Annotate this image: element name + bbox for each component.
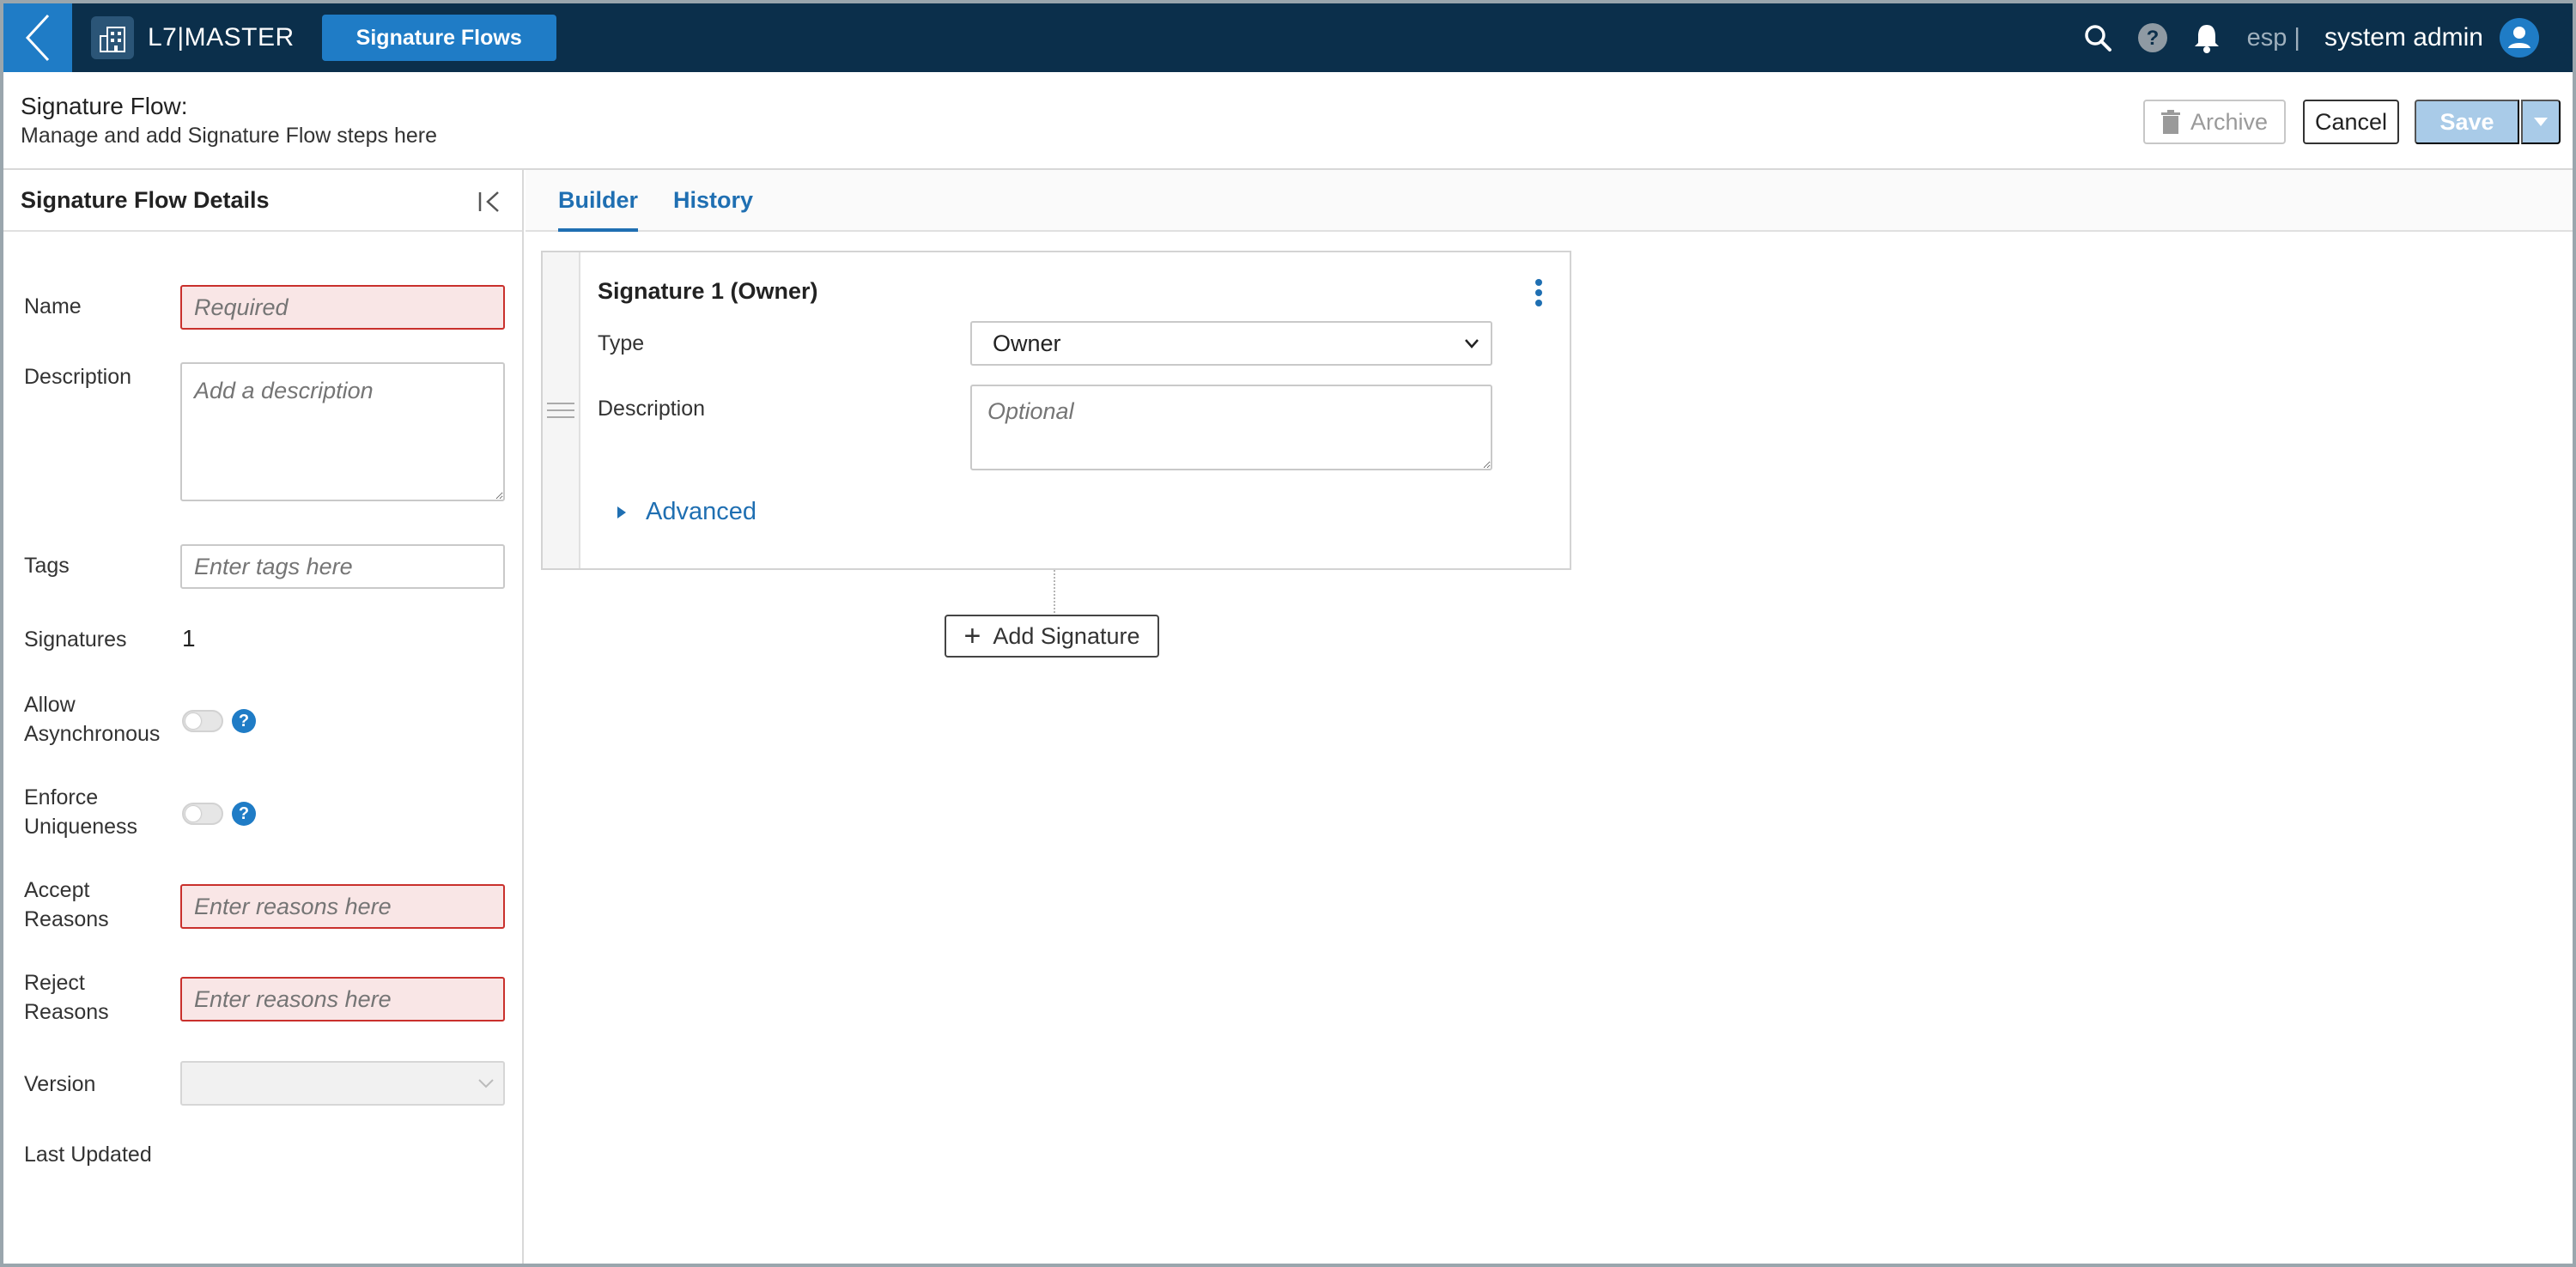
tags-label: Tags bbox=[24, 554, 70, 578]
help-icon[interactable]: ? bbox=[2137, 22, 2168, 53]
accept-reasons-label: Accept Reasons bbox=[24, 876, 109, 934]
flow-connector bbox=[1054, 570, 1055, 613]
advanced-label: Advanced bbox=[646, 498, 756, 525]
chevron-left-icon bbox=[25, 14, 50, 62]
signatures-count: 1 bbox=[182, 625, 196, 652]
back-button[interactable] bbox=[3, 3, 72, 72]
version-label: Version bbox=[24, 1072, 96, 1096]
allow-async-toggle[interactable] bbox=[182, 710, 223, 732]
kebab-menu-icon[interactable] bbox=[1534, 278, 1544, 312]
cancel-button[interactable]: Cancel bbox=[2303, 100, 2399, 144]
signature-description-label: Description bbox=[598, 397, 706, 421]
name-input[interactable] bbox=[180, 285, 505, 330]
user-avatar-icon[interactable] bbox=[2499, 17, 2540, 58]
accept-label-line2: Reasons bbox=[24, 907, 109, 931]
page-header: Signature Flow: Manage and add Signature… bbox=[3, 72, 2573, 170]
chevron-down-icon bbox=[478, 1079, 494, 1088]
nav-right: ? esp | system admin bbox=[2058, 17, 2573, 58]
details-panel-header: Signature Flow Details bbox=[3, 170, 522, 232]
allow-async-help-icon[interactable]: ? bbox=[232, 709, 256, 733]
reject-label-line1: Reject bbox=[24, 971, 85, 995]
app-logo bbox=[91, 16, 134, 59]
caret-down-icon bbox=[2534, 118, 2548, 126]
archive-button-label: Archive bbox=[2190, 108, 2269, 135]
reject-reasons-input[interactable] bbox=[180, 977, 505, 1021]
save-button[interactable]: Save bbox=[2415, 100, 2519, 144]
app-window: L7|MASTER Signature Flows ? esp | system… bbox=[0, 0, 2576, 1267]
svg-text:?: ? bbox=[2146, 27, 2159, 50]
accept-label-line1: Accept bbox=[24, 878, 90, 902]
signature-description-textarea[interactable] bbox=[970, 385, 1492, 470]
nav-tab-signature-flows[interactable]: Signature Flows bbox=[321, 15, 556, 61]
signature-card: Signature 1 (Owner) Type Owner Descripti… bbox=[541, 251, 1571, 570]
building-icon bbox=[100, 27, 125, 52]
language-selector[interactable]: esp | bbox=[2247, 24, 2300, 52]
accept-reasons-input[interactable] bbox=[180, 884, 505, 929]
description-label: Description bbox=[24, 365, 132, 389]
archive-button[interactable]: Archive bbox=[2143, 100, 2286, 144]
allow-async-label: Allow Asynchronous bbox=[24, 690, 160, 749]
top-nav: L7|MASTER Signature Flows ? esp | system… bbox=[3, 3, 2573, 72]
user-name[interactable]: system admin bbox=[2324, 23, 2483, 52]
enforce-label-line2: Uniqueness bbox=[24, 815, 138, 839]
details-panel-title: Signature Flow Details bbox=[21, 186, 270, 213]
last-updated-label: Last Updated bbox=[24, 1143, 152, 1167]
allow-async-label-line2: Asynchronous bbox=[24, 722, 161, 746]
trash-icon bbox=[2160, 110, 2180, 134]
signatures-label: Signatures bbox=[24, 627, 127, 652]
caret-right-icon bbox=[617, 506, 626, 518]
details-panel: Signature Flow Details Name Description … bbox=[3, 170, 524, 1264]
allow-async-label-line1: Allow bbox=[24, 693, 76, 717]
add-signature-label: Add Signature bbox=[993, 622, 1140, 649]
page-title: Signature Flow: bbox=[21, 93, 188, 119]
tab-builder[interactable]: Builder bbox=[558, 187, 639, 232]
page-subtitle: Manage and add Signature Flow steps here bbox=[21, 124, 438, 148]
drag-lines-icon bbox=[547, 403, 574, 418]
name-label: Name bbox=[24, 294, 82, 318]
main-tabs: Builder History bbox=[526, 170, 2573, 232]
enforce-label-line1: Enforce bbox=[24, 785, 99, 809]
save-options-dropdown[interactable] bbox=[2521, 100, 2561, 144]
version-select[interactable] bbox=[180, 1061, 505, 1106]
drag-handle[interactable] bbox=[543, 252, 580, 568]
enforce-uniqueness-toggle[interactable] bbox=[182, 803, 223, 825]
bell-icon[interactable] bbox=[2192, 22, 2221, 53]
add-signature-button[interactable]: + Add Signature bbox=[945, 615, 1159, 658]
enforce-uniqueness-label: Enforce Uniqueness bbox=[24, 783, 137, 841]
signature-title: Signature 1 (Owner) bbox=[598, 278, 818, 304]
tags-input[interactable] bbox=[180, 544, 505, 589]
reject-reasons-label: Reject Reasons bbox=[24, 968, 109, 1027]
reject-label-line2: Reasons bbox=[24, 1000, 109, 1024]
collapse-panel-icon[interactable] bbox=[477, 191, 503, 217]
type-label: Type bbox=[598, 331, 645, 355]
type-select[interactable]: Owner bbox=[970, 321, 1492, 366]
chevron-down-icon bbox=[1465, 339, 1479, 349]
type-select-value: Owner bbox=[993, 330, 1061, 356]
enforce-uniqueness-help-icon[interactable]: ? bbox=[232, 802, 256, 826]
app-name: L7|MASTER bbox=[148, 23, 295, 52]
tab-history[interactable]: History bbox=[673, 187, 753, 232]
advanced-toggle[interactable]: Advanced bbox=[617, 498, 756, 526]
search-icon[interactable] bbox=[2082, 22, 2113, 53]
plus-icon: + bbox=[963, 620, 981, 652]
description-textarea[interactable] bbox=[180, 362, 505, 501]
